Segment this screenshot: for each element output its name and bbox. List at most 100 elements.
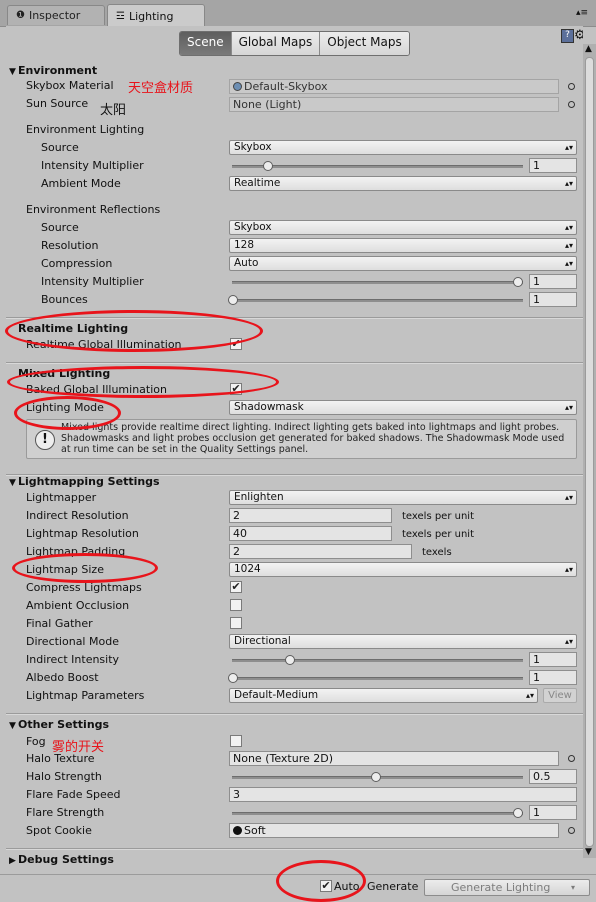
scroll-up-arrow-icon[interactable]: ▲ xyxy=(585,44,592,54)
sun-annotation: 太阳 xyxy=(100,103,127,118)
warning-icon: ! xyxy=(35,430,55,450)
final-gather-checkbox[interactable] xyxy=(230,617,242,629)
albedo-boost-slider-knob[interactable] xyxy=(228,673,238,683)
footer-bar: ✔ Auto Generate Generate Lighting ▾ xyxy=(0,874,596,902)
lightmapping-settings-header[interactable]: ▼ Lightmapping Settings xyxy=(9,475,160,488)
env-intensity-field[interactable]: 1 xyxy=(529,158,577,173)
dropdown-arrow-icon: ▴▾ xyxy=(525,691,534,700)
reflection-intensity-slider-track[interactable] xyxy=(232,281,523,284)
lightmap-size-label: Lightmap Size xyxy=(26,563,104,576)
lightmap-padding-field[interactable]: 2 xyxy=(229,544,412,559)
reflection-intensity-field[interactable]: 1 xyxy=(529,274,577,289)
env-intensity-slider-track[interactable] xyxy=(232,165,523,168)
spot-cookie-label: Spot Cookie xyxy=(26,824,92,837)
dropdown-arrow-icon: ▴▾ xyxy=(564,259,573,268)
albedo-boost-label: Albedo Boost xyxy=(26,671,99,684)
compression-dropdown[interactable]: Auto ▴▾ xyxy=(229,256,577,271)
skybox-material-field[interactable]: Default-Skybox xyxy=(229,79,559,94)
dropdown-arrow-icon[interactable]: ▾ xyxy=(571,880,575,895)
other-settings-header[interactable]: ▼ Other Settings xyxy=(9,718,109,731)
halo-strength-field[interactable]: 0.5 xyxy=(529,769,577,784)
compress-lightmaps-checkbox[interactable]: ✔ xyxy=(230,581,242,593)
object-picker-icon[interactable] xyxy=(568,83,575,90)
lightmap-resolution-field[interactable]: 40 xyxy=(229,526,392,541)
bounces-slider-knob[interactable] xyxy=(228,295,238,305)
reflection-source-dropdown[interactable]: Skybox ▴▾ xyxy=(229,220,577,235)
environment-lighting-label: Environment Lighting xyxy=(26,123,145,136)
realtime-gi-label: Realtime Global Illumination xyxy=(26,338,182,351)
bounces-field[interactable]: 1 xyxy=(529,292,577,307)
indirect-intensity-slider-knob[interactable] xyxy=(285,655,295,665)
auto-generate-checkbox[interactable]: ✔ xyxy=(320,880,332,892)
object-maps-toggle-button[interactable]: Object Maps xyxy=(319,32,409,55)
halo-strength-slider-knob[interactable] xyxy=(371,772,381,782)
realtime-lighting-header: Realtime Lighting xyxy=(18,322,129,335)
flare-fade-speed-field[interactable]: 3 xyxy=(229,787,577,802)
final-gather-label: Final Gather xyxy=(26,617,93,630)
lighting-panel: Scene Global Maps Object Maps ? ⚙ ▼ Envir… xyxy=(6,26,583,874)
tab-inspector[interactable]: ❶ Inspector xyxy=(7,5,105,25)
tab-lighting[interactable]: ☲ Lighting xyxy=(107,4,205,27)
spot-cookie-field[interactable]: Soft xyxy=(229,823,559,838)
fog-checkbox[interactable] xyxy=(230,735,242,747)
reflection-intensity-label: Intensity Multiplier xyxy=(41,275,144,288)
baked-gi-checkbox[interactable]: ✔ xyxy=(230,383,242,395)
indirect-intensity-field[interactable]: 1 xyxy=(529,652,577,667)
albedo-boost-field[interactable]: 1 xyxy=(529,670,577,685)
object-picker-icon[interactable] xyxy=(568,101,575,108)
ambient-mode-dropdown[interactable]: Realtime ▴▾ xyxy=(229,176,577,191)
sun-source-field[interactable]: None (Light) xyxy=(229,97,559,112)
realtime-gi-checkbox[interactable]: ✔ xyxy=(230,338,242,350)
object-picker-icon[interactable] xyxy=(568,755,575,762)
lighting-mode-help-box: ! Mixed lights provide realtime direct l… xyxy=(26,419,577,459)
lightmap-parameters-dropdown[interactable]: Default-Medium ▴▾ xyxy=(229,688,538,703)
dropdown-arrow-icon: ▴▾ xyxy=(564,565,573,574)
directional-mode-label: Directional Mode xyxy=(26,635,119,648)
scene-toggle-button[interactable]: Scene xyxy=(180,32,231,55)
reflection-intensity-slider-knob[interactable] xyxy=(513,277,523,287)
skybox-annotation: 天空盒材质 xyxy=(128,81,194,96)
resolution-dropdown[interactable]: 128 ▴▾ xyxy=(229,238,577,253)
gear-icon[interactable]: ⚙ xyxy=(574,28,583,43)
mixed-lighting-header: Mixed Lighting xyxy=(18,367,111,380)
compression-label: Compression xyxy=(41,257,113,270)
indirect-intensity-slider-track[interactable] xyxy=(232,659,523,662)
texels-label: texels xyxy=(422,547,452,558)
lightmapper-dropdown[interactable]: Enlighten ▴▾ xyxy=(229,490,577,505)
directional-mode-dropdown[interactable]: Directional ▴▾ xyxy=(229,634,577,649)
env-intensity-label: Intensity Multiplier xyxy=(41,159,144,172)
indirect-resolution-field[interactable]: 2 xyxy=(229,508,392,523)
dropdown-arrow-icon: ▴▾ xyxy=(564,223,573,232)
bounces-slider-track[interactable] xyxy=(232,299,523,302)
flare-strength-slider-track[interactable] xyxy=(232,812,523,815)
bounces-label: Bounces xyxy=(41,293,88,306)
lightmap-size-dropdown[interactable]: 1024 ▴▾ xyxy=(229,562,577,577)
global-maps-toggle-button[interactable]: Global Maps xyxy=(230,32,320,55)
env-intensity-slider-knob[interactable] xyxy=(263,161,273,171)
environment-reflections-label: Environment Reflections xyxy=(26,203,161,216)
generate-lighting-button[interactable]: Generate Lighting ▾ xyxy=(424,879,590,896)
env-source-dropdown[interactable]: Skybox ▴▾ xyxy=(229,140,577,155)
scroll-down-arrow-icon[interactable]: ▼ xyxy=(585,847,592,857)
halo-texture-field[interactable]: None (Texture 2D) xyxy=(229,751,559,766)
resolution-label: Resolution xyxy=(41,239,99,252)
scrollbar-thumb[interactable] xyxy=(585,57,594,847)
ambient-occlusion-checkbox[interactable] xyxy=(230,599,242,611)
debug-settings-header[interactable]: ▶ Debug Settings xyxy=(9,853,114,866)
help-text: Mixed lights provide realtime direct lig… xyxy=(61,422,565,455)
dropdown-arrow-icon: ▴▾ xyxy=(564,637,573,646)
lighting-mode-dropdown[interactable]: Shadowmask ▴▾ xyxy=(229,400,577,415)
flare-strength-slider-knob[interactable] xyxy=(513,808,523,818)
lighting-icon: ☲ xyxy=(116,10,125,22)
environment-header[interactable]: ▼ Environment xyxy=(9,64,97,77)
foldout-open-icon: ▼ xyxy=(9,721,16,731)
help-book-icon[interactable]: ? xyxy=(561,29,574,43)
tab-menu-icon[interactable]: ▴≡ xyxy=(576,8,588,18)
reflection-source-label: Source xyxy=(41,221,79,234)
view-parameters-button[interactable]: View xyxy=(543,688,577,703)
albedo-boost-slider-track[interactable] xyxy=(232,677,523,680)
compress-lightmaps-label: Compress Lightmaps xyxy=(26,581,142,594)
object-picker-icon[interactable] xyxy=(568,827,575,834)
flare-strength-field[interactable]: 1 xyxy=(529,805,577,820)
lightmap-padding-label: Lightmap Padding xyxy=(26,545,126,558)
